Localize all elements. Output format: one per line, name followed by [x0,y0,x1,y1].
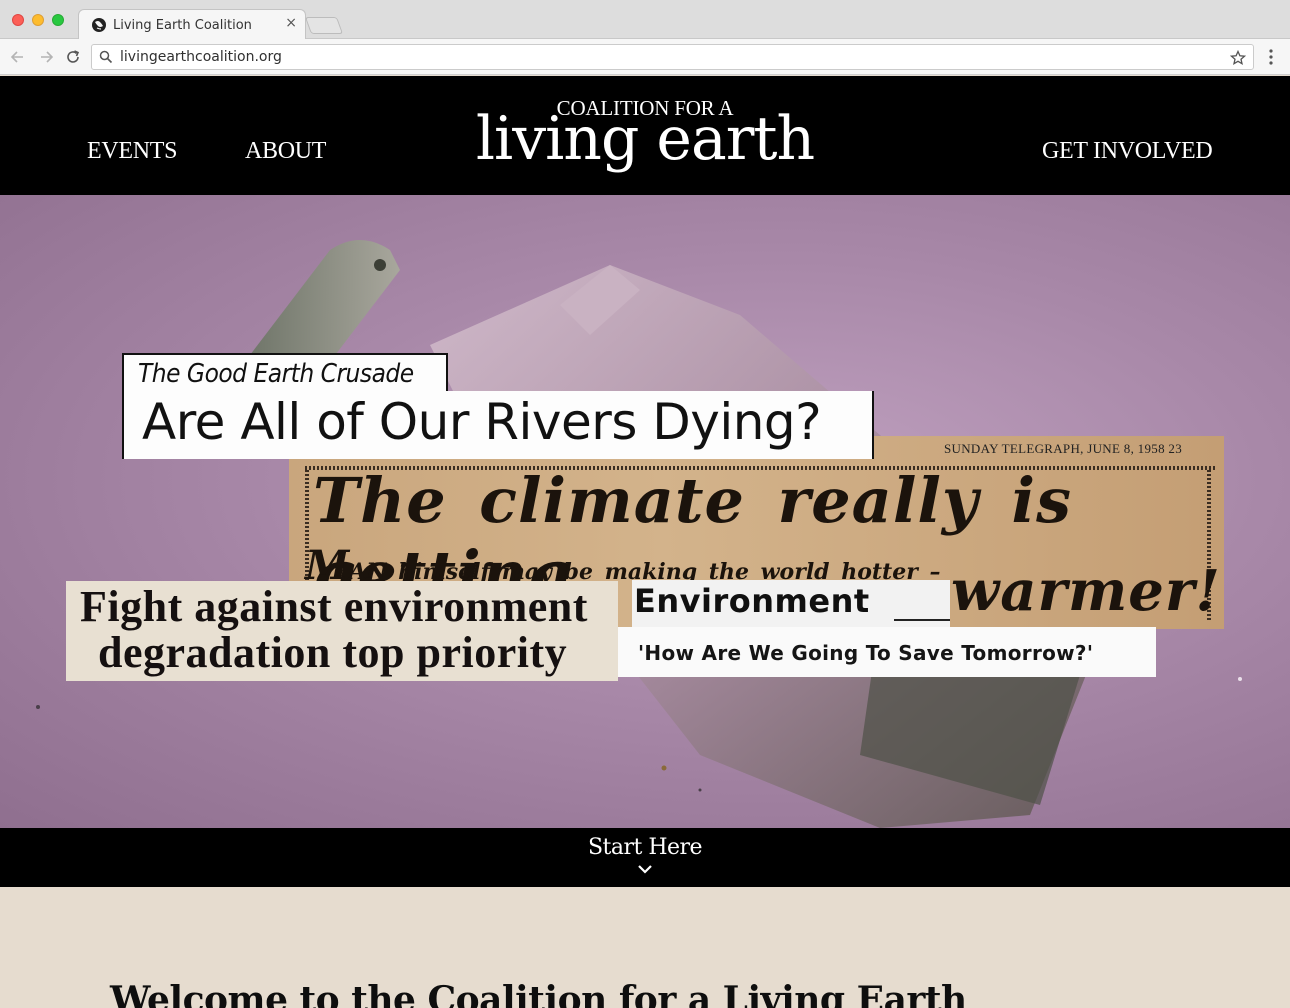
reload-icon[interactable] [64,48,82,66]
clipping-environment: Environment [632,580,950,627]
telegraph-warmer: warmer! [951,558,1221,624]
clipping-environment-rule [894,619,950,621]
telegraph-dateline: SUNDAY TELEGRAPH, JUNE 8, 1958 23 [944,441,1183,456]
close-window-button[interactable] [12,14,24,26]
hero-collage: The Good Earth Crusade SUNDAY TELEGRAPH,… [0,195,1290,828]
welcome-section: Welcome to the Coalition for a Living Ea… [0,887,1290,1008]
clipping-save-tomorrow: 'How Are We Going To Save Tomorrow?' [618,627,1156,677]
new-tab-button[interactable] [304,17,344,34]
star-icon[interactable] [1230,50,1246,66]
address-bar[interactable]: livingearthcoalition.org [91,44,1254,70]
earth-favicon-icon [92,18,106,32]
clipping-environment-text: Environment [634,582,870,620]
clipping-good-earth-crusade: The Good Earth Crusade [122,353,448,393]
clipping-rivers-text: Are All of Our Rivers Dying? [142,393,822,451]
browser-tab-active[interactable]: Living Earth Coalition × [78,9,306,40]
clipping-rivers-dying: Are All of Our Rivers Dying? [122,391,874,459]
forward-arrow-icon[interactable] [37,48,55,66]
close-tab-icon[interactable]: × [285,15,297,31]
start-here-bar[interactable]: Start Here [0,828,1290,887]
back-arrow-icon[interactable] [9,48,27,66]
browser-toolbar: livingearthcoalition.org [0,39,1290,75]
url-text[interactable]: livingearthcoalition.org [120,49,282,65]
clipping-fight-line1: Fight against environment [80,582,588,631]
chevron-down-icon[interactable] [637,864,653,874]
site-header: EVENTS ABOUT COALITION FOR A living eart… [0,76,1290,195]
browser-tab-strip: Living Earth Coalition × [0,0,1290,40]
search-icon [99,50,113,64]
clipping-tomorrow-text: 'How Are We Going To Save Tomorrow?' [638,641,1094,665]
maximize-window-button[interactable] [52,14,64,26]
clipping-fight-line2: degradation top priority [98,628,568,677]
welcome-title: Welcome to the Coalition for a Living Ea… [110,979,967,1008]
start-here-label[interactable]: Start Here [0,835,1290,860]
clipping-fight-degradation: Fight against environment degradation to… [66,581,618,681]
clipping-crusade-text: The Good Earth Crusade [138,359,414,389]
menu-dots-icon[interactable] [1262,47,1280,67]
tab-title: Living Earth Coalition [113,18,252,33]
nav-get-involved-link[interactable]: GET INVOLVED [1042,138,1213,165]
minimize-window-button[interactable] [32,14,44,26]
